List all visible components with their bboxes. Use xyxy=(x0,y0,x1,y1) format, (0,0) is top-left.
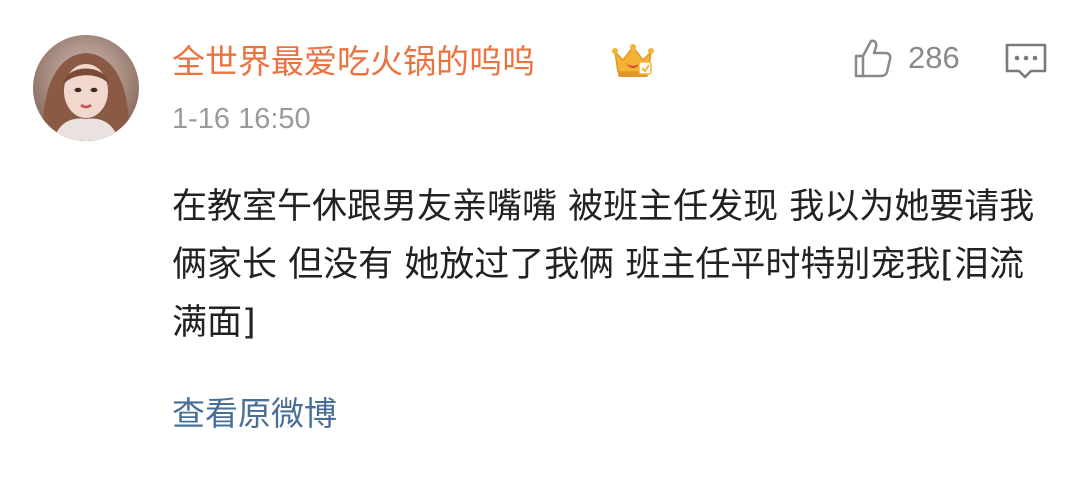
thumbs-up-icon xyxy=(854,39,892,78)
view-original-link[interactable]: 查看原微博 xyxy=(172,390,337,438)
avatar-image xyxy=(33,35,139,141)
vip-crown-icon xyxy=(612,44,654,77)
like-button[interactable]: 286 xyxy=(850,34,960,82)
avatar[interactable] xyxy=(33,35,139,141)
comment-content: 在教室午休跟男友亲嘴嘴 被班主任发现 我以为她要请我俩家长 但没有 她放过了我俩… xyxy=(172,187,1035,343)
timestamp: 1-16 16:50 xyxy=(172,103,311,135)
username[interactable]: 全世界最爱吃火锅的呜呜 xyxy=(172,38,535,86)
like-count: 286 xyxy=(908,40,960,75)
comment-bubble-icon[interactable] xyxy=(1003,41,1049,81)
